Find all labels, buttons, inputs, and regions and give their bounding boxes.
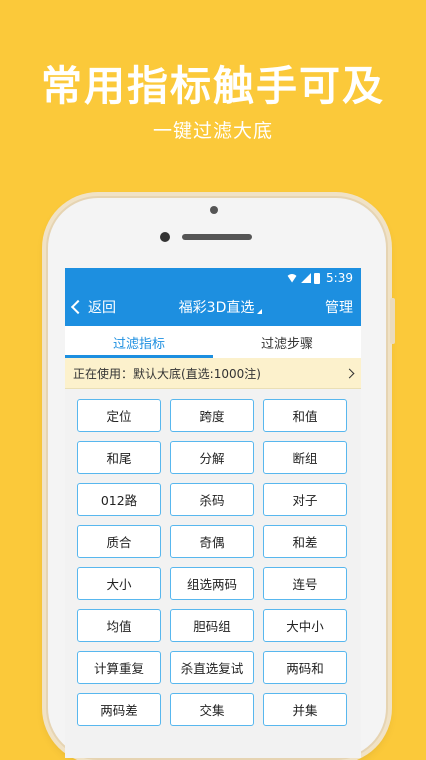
filter-button[interactable]: 奇偶 [170, 525, 254, 558]
filter-button[interactable]: 杀码 [170, 483, 254, 516]
status-time: 5:39 [326, 271, 353, 285]
filter-button[interactable]: 连号 [263, 567, 347, 600]
filter-button[interactable]: 对子 [263, 483, 347, 516]
promo-subline: 一键过滤大底 [152, 120, 273, 142]
phone-camera [160, 232, 170, 242]
top-bar: 返回 福彩3D直选 管理 [65, 288, 361, 326]
filter-button[interactable]: 和尾 [77, 441, 161, 474]
filter-button[interactable]: 大小 [77, 567, 161, 600]
phone-top-dot [210, 206, 218, 214]
filter-button[interactable]: 交集 [170, 693, 254, 726]
filter-button[interactable]: 均值 [77, 609, 161, 642]
current-base-bar[interactable]: 正在使用：默认大底(直选:1000注) [65, 358, 361, 389]
tab-bar: 过滤指标 过滤步骤 [65, 326, 361, 358]
status-bar: 5:39 [65, 268, 361, 288]
filter-button[interactable]: 质合 [77, 525, 161, 558]
filter-button[interactable]: 012路 [77, 483, 161, 516]
filter-button[interactable]: 断组 [263, 441, 347, 474]
chevron-left-icon [70, 299, 86, 315]
lottery-type-selector[interactable]: 福彩3D直选 [179, 297, 263, 317]
phone-frame: 5:39 返回 福彩3D直选 管理 过滤指标 过滤步骤 正在使用：默认大底(直选… [46, 196, 395, 760]
tab-filter-indicators[interactable]: 过滤指标 [65, 326, 213, 358]
filter-button[interactable]: 和值 [263, 399, 347, 432]
page-title: 福彩3D直选 [178, 300, 255, 316]
signal-icon [301, 273, 312, 283]
filter-button[interactable]: 两码和 [263, 651, 347, 684]
back-button[interactable]: 返回 [70, 297, 116, 317]
wifi-icon [286, 273, 299, 283]
phone-speaker [182, 234, 252, 240]
filter-button[interactable]: 杀直选复试 [170, 651, 254, 684]
promo-headline: 常用指标触手可及 [41, 62, 385, 110]
filter-button[interactable]: 大中小 [263, 609, 347, 642]
filter-button[interactable]: 分解 [170, 441, 254, 474]
tab-filter-steps[interactable]: 过滤步骤 [213, 326, 361, 358]
current-base-text: 正在使用：默认大底(直选:1000注) [73, 366, 261, 381]
filter-button[interactable]: 计算重复 [77, 651, 161, 684]
filter-grid: 定位 跨度 和值 和尾 分解 断组 012路 杀码 对子 质合 奇偶 和差 大小… [65, 389, 361, 726]
filter-button[interactable]: 并集 [263, 693, 347, 726]
manage-button[interactable]: 管理 [325, 297, 353, 317]
app-screen: 5:39 返回 福彩3D直选 管理 过滤指标 过滤步骤 正在使用：默认大底(直选… [65, 268, 361, 758]
filter-button[interactable]: 两码差 [77, 693, 161, 726]
filter-button[interactable]: 跨度 [170, 399, 254, 432]
battery-icon [314, 272, 321, 284]
filter-button[interactable]: 定位 [77, 399, 161, 432]
chevron-right-icon [344, 368, 355, 378]
dropdown-triangle-icon [257, 309, 263, 314]
filter-button[interactable]: 组选两码 [170, 567, 254, 600]
filter-button[interactable]: 胆码组 [170, 609, 254, 642]
filter-button[interactable]: 和差 [263, 525, 347, 558]
phone-side-button [390, 298, 395, 344]
back-label: 返回 [88, 300, 116, 316]
